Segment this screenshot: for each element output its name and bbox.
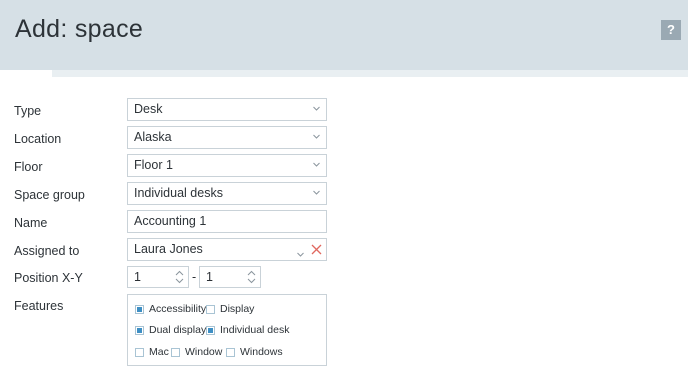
feature-label: Individual desk [220,324,290,336]
feature-dual-display-checkbox[interactable]: Dual display [135,324,206,336]
position-x-value: 1 [134,270,141,284]
feature-windows-checkbox[interactable]: Windows [226,346,283,358]
feature-label: Window [185,346,223,358]
help-button[interactable]: ? [661,20,681,40]
page-header: Add: space ? [0,0,688,70]
chevron-down-icon [313,133,320,140]
chevron-down-icon [313,189,320,196]
position-x-stepper[interactable]: 1 [127,266,189,288]
features-label: Features [14,299,64,313]
spinner-icon[interactable] [175,269,184,285]
checkbox-checked-icon [206,325,215,335]
feature-window-checkbox[interactable]: Window [171,346,222,358]
feature-mac-checkbox[interactable]: Mac [135,346,169,358]
type-label: Type [14,104,42,118]
name-label: Name [14,216,48,230]
name-input[interactable]: Accounting 1 [127,210,327,233]
assigned-to-select[interactable]: Laura Jones [127,238,327,261]
feature-label: Display [220,303,255,315]
spinner-icon[interactable] [247,269,256,285]
floor-value: Floor 1 [134,158,173,172]
feature-label: Dual display [149,324,207,336]
space-group-select[interactable]: Individual desks [127,182,327,205]
features-checkbox-group: Accessibility Display Dual display Indiv… [127,294,327,366]
checkbox-checked-icon [135,325,144,335]
clear-icon[interactable] [311,244,322,255]
name-value: Accounting 1 [134,214,207,228]
checkbox-unchecked-icon [135,347,144,357]
type-value: Desk [134,102,163,116]
assigned-to-label: Assigned to [14,244,80,258]
page-title: Add: space [15,15,144,43]
location-value: Alaska [134,130,172,144]
floor-select[interactable]: Floor 1 [127,154,327,177]
checkbox-unchecked-icon [226,347,235,357]
position-separator: - [192,270,197,284]
feature-accessibility-checkbox[interactable]: Accessibility [135,303,206,315]
chevron-down-icon[interactable] [297,245,304,257]
checkbox-checked-icon [135,304,144,314]
location-label: Location [14,132,62,146]
chevron-down-icon [313,105,320,112]
feature-label: Windows [240,346,283,358]
type-select[interactable]: Desk [127,98,327,121]
feature-display-checkbox[interactable]: Display [206,303,254,315]
position-y-value: 1 [206,270,213,284]
header-underbar [52,70,688,77]
position-label: Position X-Y [14,271,83,285]
position-y-stepper[interactable]: 1 [199,266,261,288]
chevron-down-icon [313,161,320,168]
floor-label: Floor [14,160,43,174]
space-group-label: Space group [14,188,85,202]
checkbox-unchecked-icon [206,304,215,314]
space-group-value: Individual desks [134,186,223,200]
feature-label: Mac [149,346,169,358]
feature-individual-desk-checkbox[interactable]: Individual desk [206,324,289,336]
checkbox-unchecked-icon [171,347,180,357]
feature-label: Accessibility [149,303,207,315]
location-select[interactable]: Alaska [127,126,327,149]
assigned-to-value: Laura Jones [134,242,203,256]
